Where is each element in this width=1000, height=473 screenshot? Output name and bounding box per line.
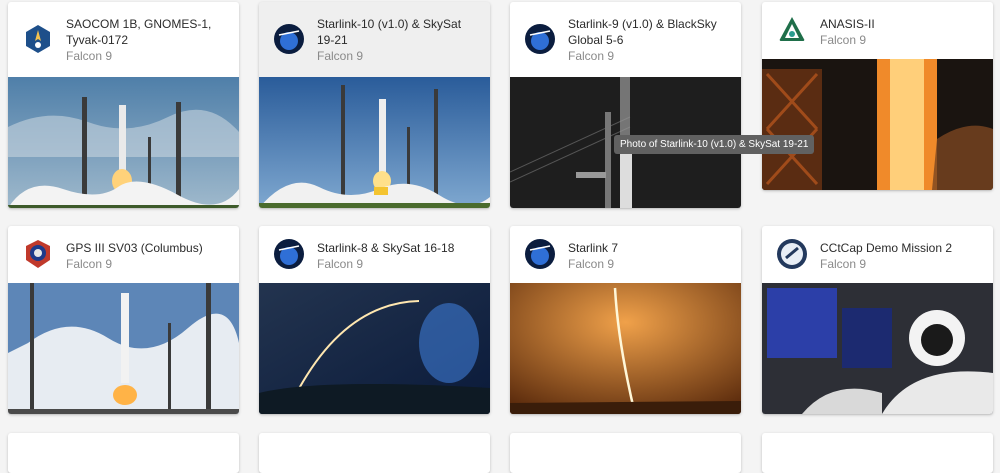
mission-patch-icon [26, 25, 50, 53]
mission-patch-icon [274, 24, 304, 54]
launch-photo[interactable] [259, 77, 490, 208]
launch-photo[interactable] [8, 77, 239, 208]
launch-card[interactable]: Starlink 7 Falcon 9 [510, 226, 741, 414]
launch-card[interactable] [259, 433, 490, 473]
launch-photo[interactable] [762, 283, 993, 414]
launch-card[interactable]: ANASIS-II Falcon 9 [762, 2, 993, 190]
mission-patch-icon [26, 240, 50, 268]
launch-card[interactable] [8, 433, 239, 473]
launch-card[interactable] [510, 433, 741, 473]
launch-title: CCtCap Demo Mission 2 [820, 241, 953, 255]
launch-title: Starlink-10 (v1.0) & SkySat 19-21 [317, 17, 462, 47]
launch-title: Starlink-8 & SkySat 16-18 [317, 241, 455, 255]
launch-card[interactable]: CCtCap Demo Mission 2 Falcon 9 [762, 226, 993, 414]
rocket-name: Falcon 9 [317, 49, 364, 63]
mission-patch-icon [779, 17, 805, 41]
rocket-name: Falcon 9 [820, 33, 867, 47]
rocket-name: Falcon 9 [820, 257, 867, 271]
launch-photo[interactable] [762, 59, 993, 190]
launch-card[interactable]: Starlink-10 (v1.0) & SkySat 19-21 Falcon… [259, 2, 490, 208]
mission-patch-icon [777, 239, 807, 269]
launch-card[interactable]: Starlink-9 (v1.0) & BlackSky Global 5-6 … [510, 2, 741, 208]
launch-card[interactable]: GPS III SV03 (Columbus) Falcon 9 [8, 226, 239, 414]
launch-title: Starlink 7 [568, 241, 619, 255]
launch-title: SAOCOM 1B, GNOMES-1, Tyvak-0172 [66, 17, 212, 47]
rocket-name: Falcon 9 [66, 49, 113, 63]
mission-patch-icon [525, 239, 555, 269]
launch-title: ANASIS-II [820, 17, 875, 31]
rocket-name: Falcon 9 [568, 257, 615, 271]
mission-patch-icon [274, 239, 304, 269]
launch-title: Starlink-9 (v1.0) & BlackSky Global 5-6 [568, 17, 717, 47]
photo-tooltip: Photo of Starlink-10 (v1.0) & SkySat 19-… [614, 135, 815, 154]
rocket-name: Falcon 9 [568, 49, 615, 63]
launch-photo[interactable] [259, 283, 490, 414]
launch-card[interactable]: SAOCOM 1B, GNOMES-1, Tyvak-0172 Falcon 9 [8, 2, 239, 208]
launch-title: GPS III SV03 (Columbus) [66, 241, 203, 255]
rocket-name: Falcon 9 [317, 257, 364, 271]
mission-patch-icon [525, 24, 555, 54]
launch-card[interactable]: Starlink-8 & SkySat 16-18 Falcon 9 [259, 226, 490, 414]
rocket-name: Falcon 9 [66, 257, 113, 271]
launch-photo[interactable] [510, 283, 741, 414]
launch-photo[interactable] [8, 283, 239, 414]
launch-card[interactable] [762, 433, 993, 473]
